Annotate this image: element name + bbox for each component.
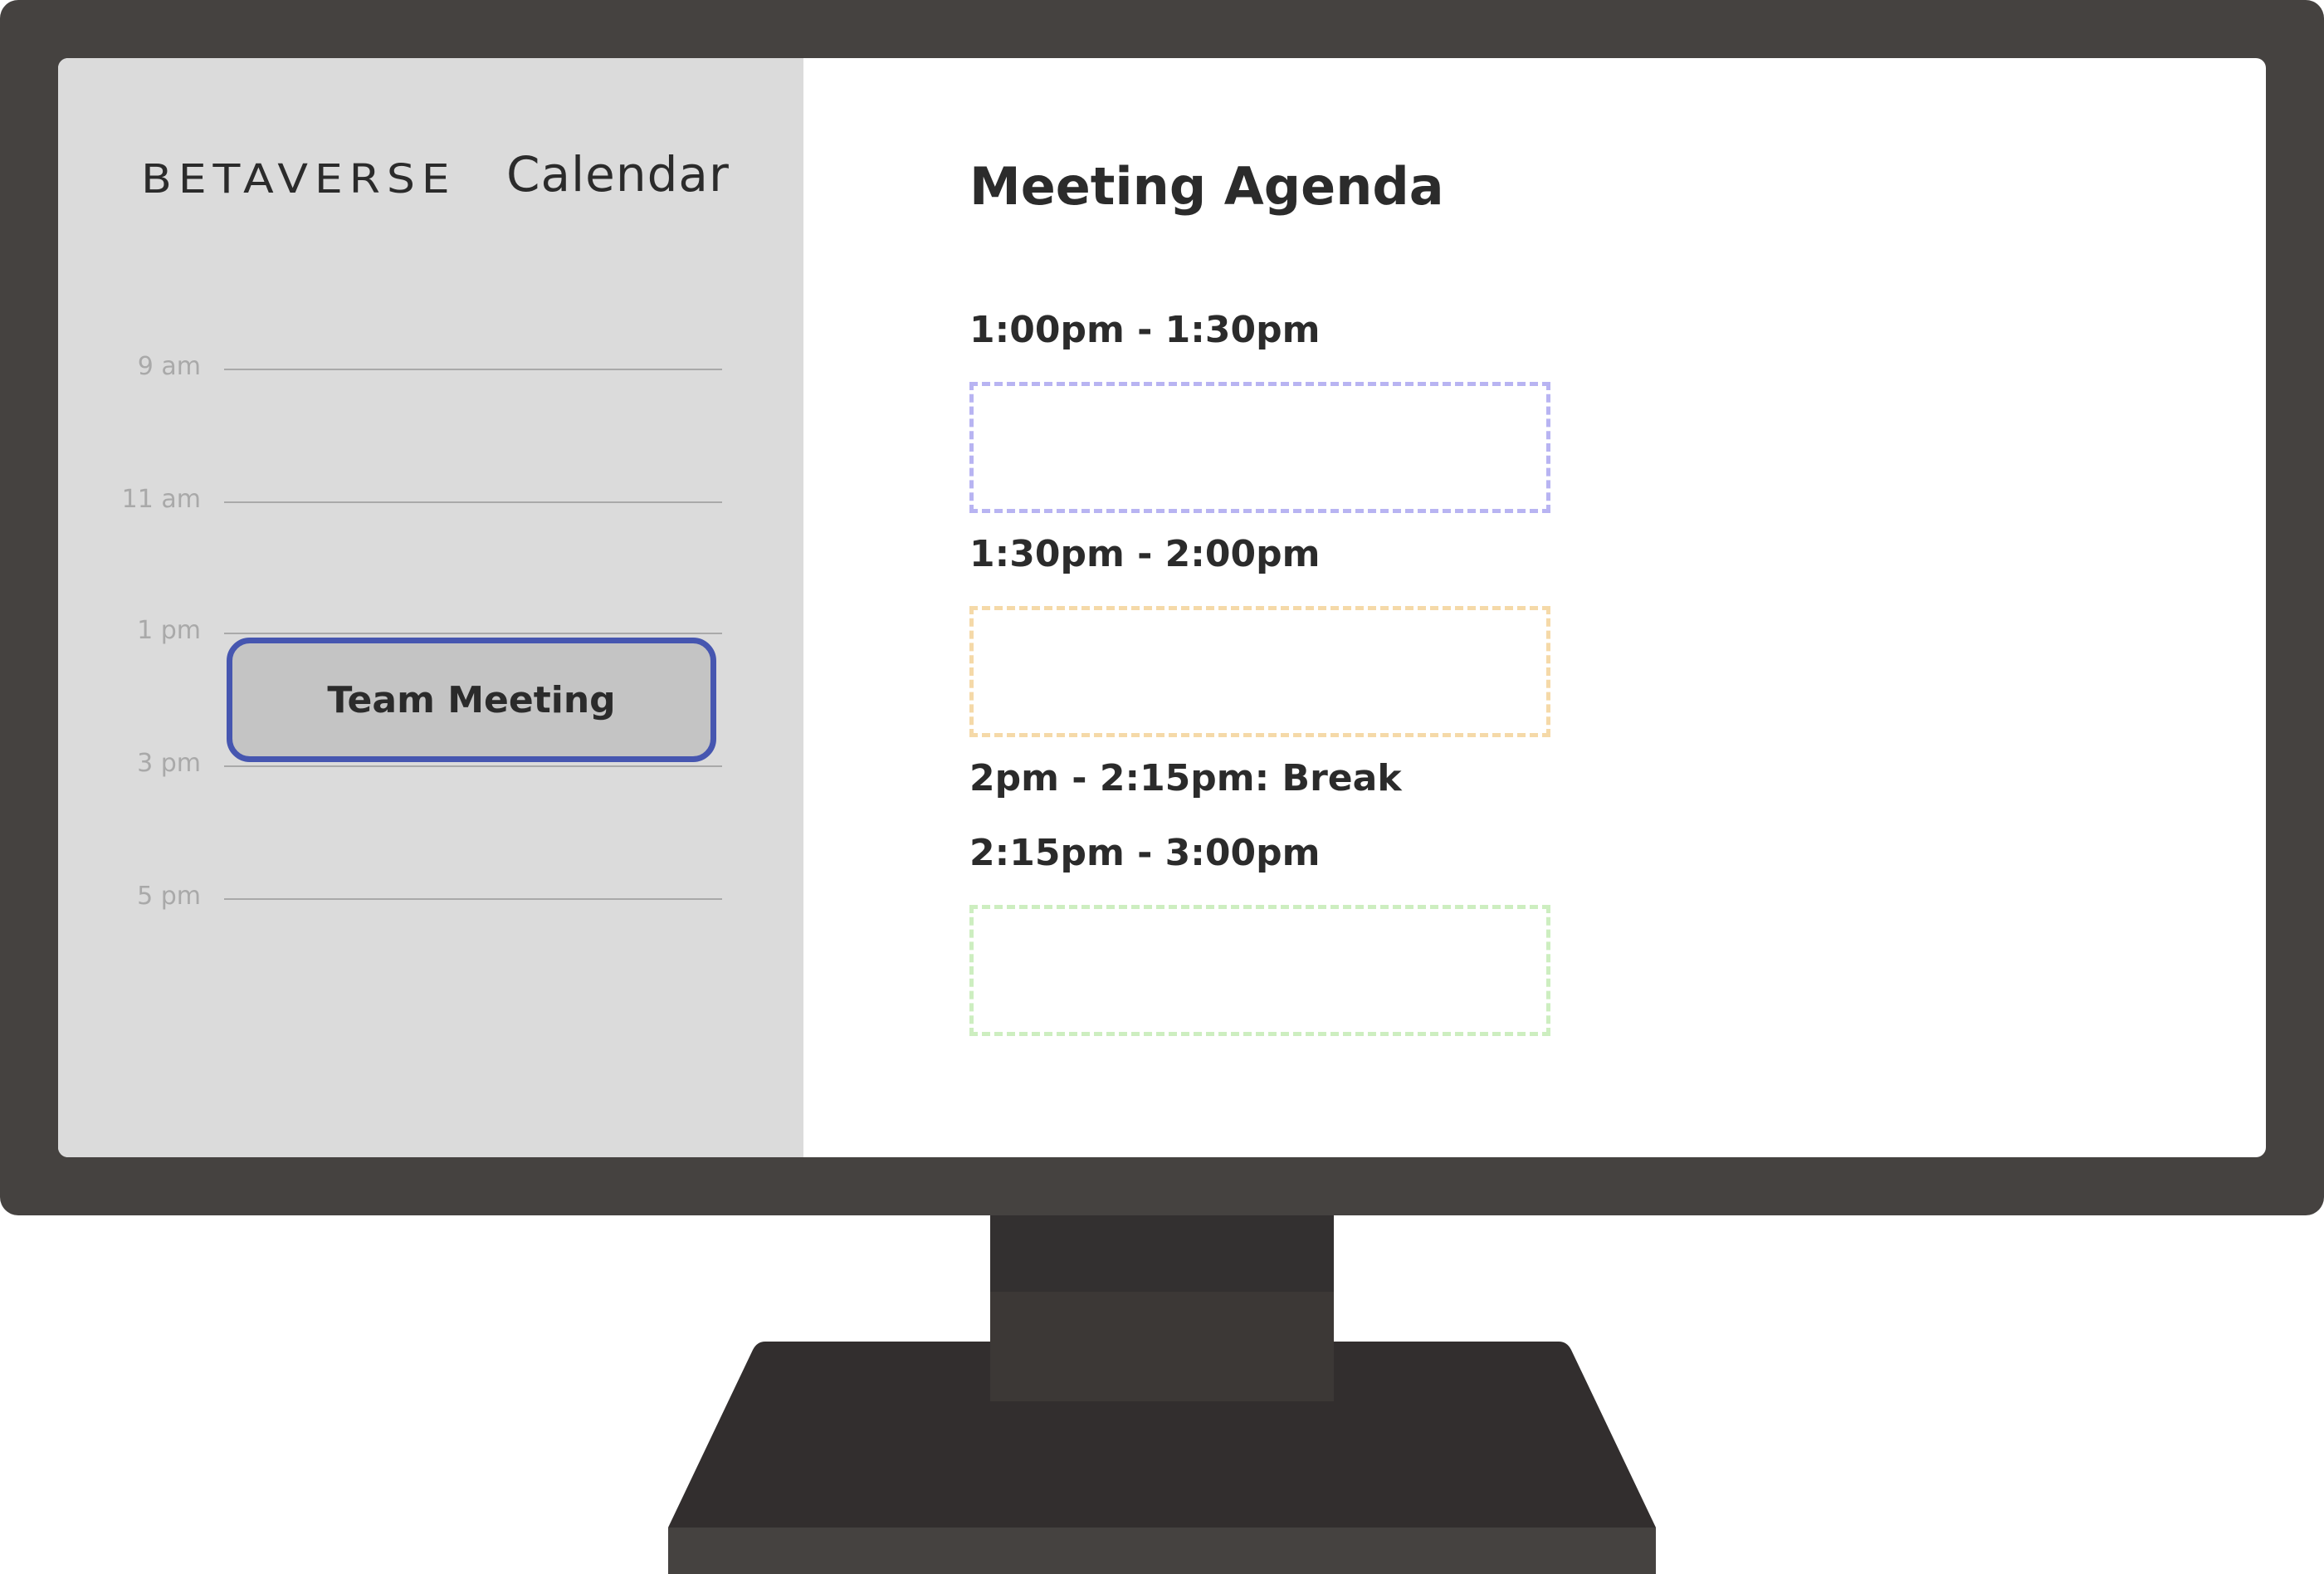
time-label: 5 pm <box>137 882 201 911</box>
monitor-illustration: BETAVERSE Calendar 9 am 11 am 1 pm 3 pm <box>0 0 2324 1574</box>
time-row-5pm: 5 pm <box>58 880 803 913</box>
team-meeting-event[interactable]: Team Meeting <box>227 638 716 762</box>
time-gridline <box>224 765 722 767</box>
time-gridline <box>224 501 722 503</box>
time-gridline <box>224 898 722 900</box>
agenda-slot-box[interactable] <box>969 382 1550 513</box>
agenda-title: Meeting Agenda <box>969 156 1444 217</box>
agenda-slot-time: 1:00pm - 1:30pm <box>969 309 1321 351</box>
agenda-slot-box[interactable] <box>969 905 1550 1036</box>
agenda-slot-time: 1:30pm - 2:00pm <box>969 533 1321 575</box>
screen: BETAVERSE Calendar 9 am 11 am 1 pm 3 pm <box>58 58 2266 1157</box>
time-gridline <box>224 633 722 634</box>
agenda-slot-box[interactable] <box>969 606 1550 737</box>
agenda-slot-time: 2:15pm - 3:00pm <box>969 832 1321 874</box>
time-label: 1 pm <box>137 616 201 645</box>
time-gridline <box>224 369 722 370</box>
app-title: Calendar <box>506 146 730 203</box>
brand-logo: BETAVERSE <box>141 156 456 203</box>
time-label: 3 pm <box>137 749 201 778</box>
time-label: 11 am <box>121 485 201 514</box>
time-row-11am: 11 am <box>58 483 803 516</box>
monitor-bezel: BETAVERSE Calendar 9 am 11 am 1 pm 3 pm <box>0 0 2324 1215</box>
time-label: 9 am <box>137 352 201 381</box>
event-label: Team Meeting <box>327 678 616 721</box>
time-row-9am: 9 am <box>58 350 803 384</box>
agenda-break-text: 2pm - 2:15pm: Break <box>969 757 1402 799</box>
calendar-sidebar: BETAVERSE Calendar 9 am 11 am 1 pm 3 pm <box>58 58 803 1157</box>
monitor-neck <box>990 1215 1334 1292</box>
